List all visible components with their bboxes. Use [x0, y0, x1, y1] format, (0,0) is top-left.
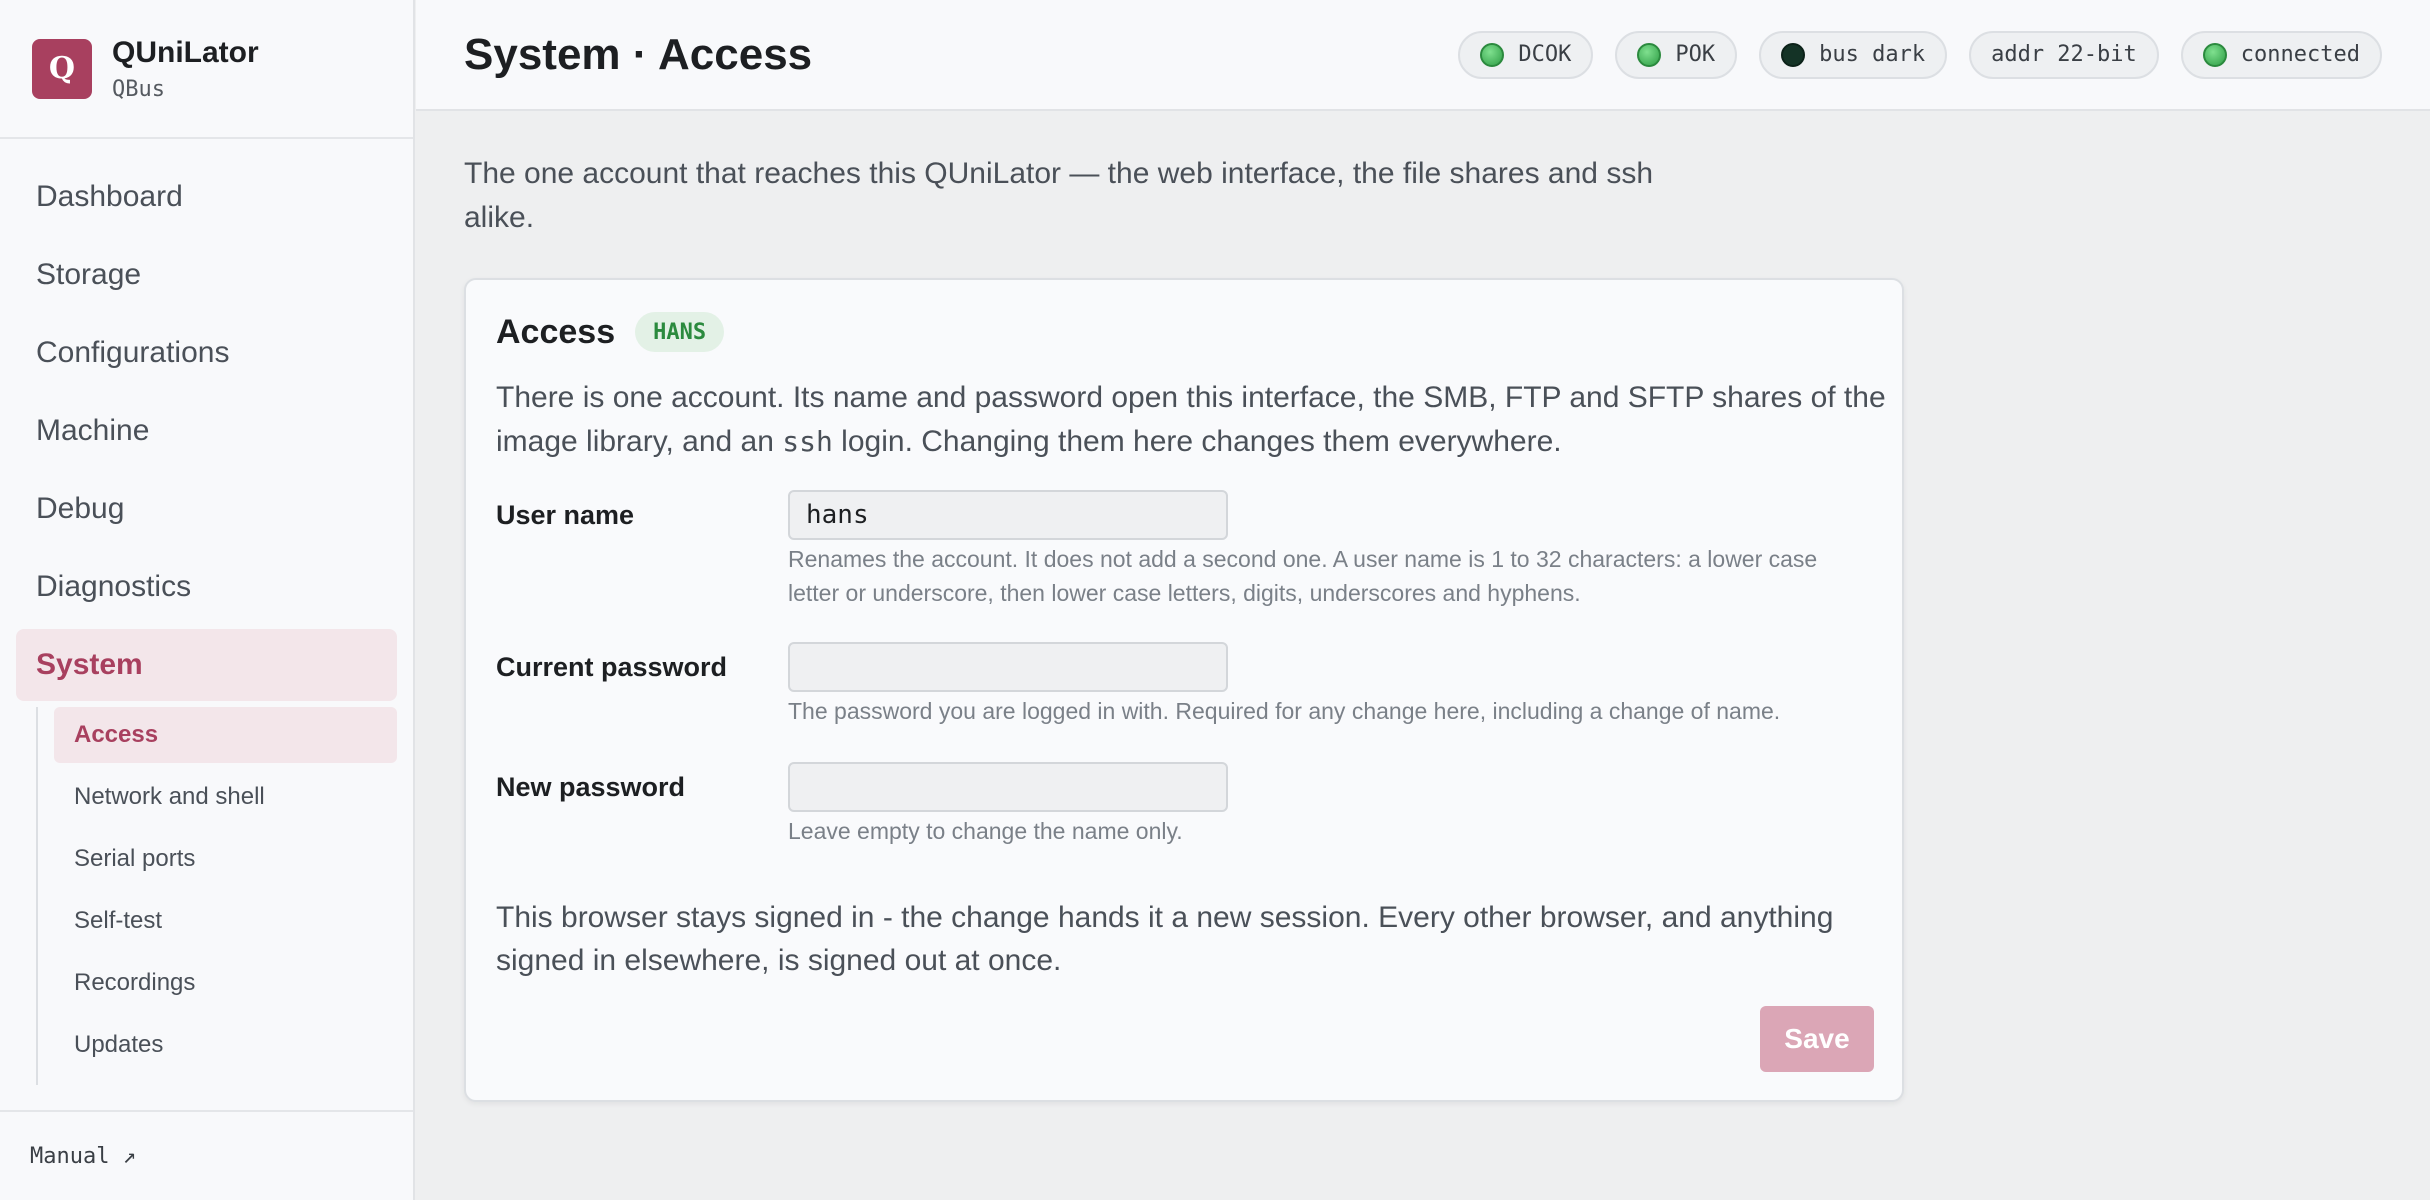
- ssh-code: ssh: [782, 425, 833, 458]
- save-button[interactable]: Save: [1760, 1006, 1874, 1072]
- card-title: Access: [496, 312, 616, 351]
- subnav-item-self-test[interactable]: Self-test: [54, 893, 397, 949]
- username-help: Renames the account. It does not add a s…: [788, 546, 1818, 606]
- current-password-label: Current password: [496, 652, 728, 682]
- sidebar-item-system[interactable]: System: [16, 629, 397, 701]
- status-chips: DCOK POK bus dark addr 22-bit connected: [1458, 30, 2382, 79]
- status-chip-label: DCOK: [1518, 42, 1572, 67]
- sidebar-item-debug[interactable]: Debug: [16, 473, 397, 545]
- status-indicator-icon: [1637, 42, 1662, 67]
- status-indicator-icon: [2202, 42, 2227, 67]
- new-password-label: New password: [496, 772, 686, 802]
- sidebar-item-dashboard[interactable]: Dashboard: [16, 161, 397, 233]
- status-indicator-icon: [1480, 42, 1505, 67]
- status-chip-label: bus dark: [1819, 42, 1926, 67]
- sidebar-item-configurations[interactable]: Configurations: [16, 317, 397, 389]
- page-intro: The one account that reaches this QUniLa…: [464, 157, 1653, 234]
- username-label: User name: [496, 500, 635, 530]
- subnav-item-network-and-shell[interactable]: Network and shell: [54, 769, 397, 825]
- new-password-help: Leave empty to change the name only.: [788, 818, 1183, 844]
- sidebar-item-storage[interactable]: Storage: [16, 239, 397, 311]
- sidebar-item-machine[interactable]: Machine: [16, 395, 397, 467]
- system-subnav: Access Network and shell Serial ports Se…: [36, 707, 413, 1085]
- access-card: Access HANS There is one account. Its na…: [464, 278, 1904, 1102]
- status-chip-dcok: DCOK: [1458, 30, 1594, 79]
- brand-subtitle: QBus: [112, 77, 165, 102]
- card-header: Access HANS: [496, 312, 725, 352]
- brand-logo: Q: [32, 38, 92, 99]
- brand-name: QUniLator: [112, 36, 259, 69]
- subnav-item-serial-ports[interactable]: Serial ports: [54, 831, 397, 887]
- card-description: There is one account. Its name and passw…: [496, 376, 1886, 464]
- status-indicator-icon: [1781, 42, 1806, 67]
- subnav-item-access[interactable]: Access: [54, 707, 397, 763]
- status-chip-label: POK: [1675, 42, 1716, 67]
- page-title: System · Access: [464, 29, 813, 79]
- status-chip-bus: bus dark: [1759, 30, 1948, 79]
- status-chip-pok: POK: [1615, 30, 1738, 79]
- status-chip-label: connected: [2240, 42, 2360, 67]
- subnav-item-recordings[interactable]: Recordings: [54, 955, 397, 1011]
- sidebar-item-diagnostics[interactable]: Diagnostics: [16, 551, 397, 623]
- manual-link[interactable]: Manual ↗: [0, 1110, 413, 1200]
- username-badge: HANS: [635, 312, 725, 352]
- new-password-field[interactable]: [788, 762, 1228, 812]
- username-field[interactable]: [788, 490, 1228, 540]
- top-header: System · Access DCOK POK bus dark addr 2…: [416, 0, 2430, 111]
- status-chip-addr: addr 22-bit: [1969, 30, 2159, 79]
- brand-text: QUniLator QBus: [112, 35, 259, 102]
- status-chip-label: addr 22-bit: [1991, 42, 2137, 67]
- main-nav: Dashboard Storage Configurations Machine…: [0, 139, 413, 1085]
- current-password-help: The password you are logged in with. Req…: [788, 698, 1781, 724]
- current-password-field[interactable]: [788, 642, 1228, 692]
- status-chip-connection: connected: [2180, 30, 2382, 79]
- brand: Q QUniLator QBus: [0, 0, 413, 139]
- card-description-text: login. Changing them here changes them e…: [832, 425, 1562, 458]
- sidebar: Q QUniLator QBus Dashboard Storage Confi…: [0, 0, 415, 1200]
- session-note: This browser stays signed in - the chang…: [496, 901, 1834, 977]
- subnav-item-updates[interactable]: Updates: [54, 1017, 397, 1073]
